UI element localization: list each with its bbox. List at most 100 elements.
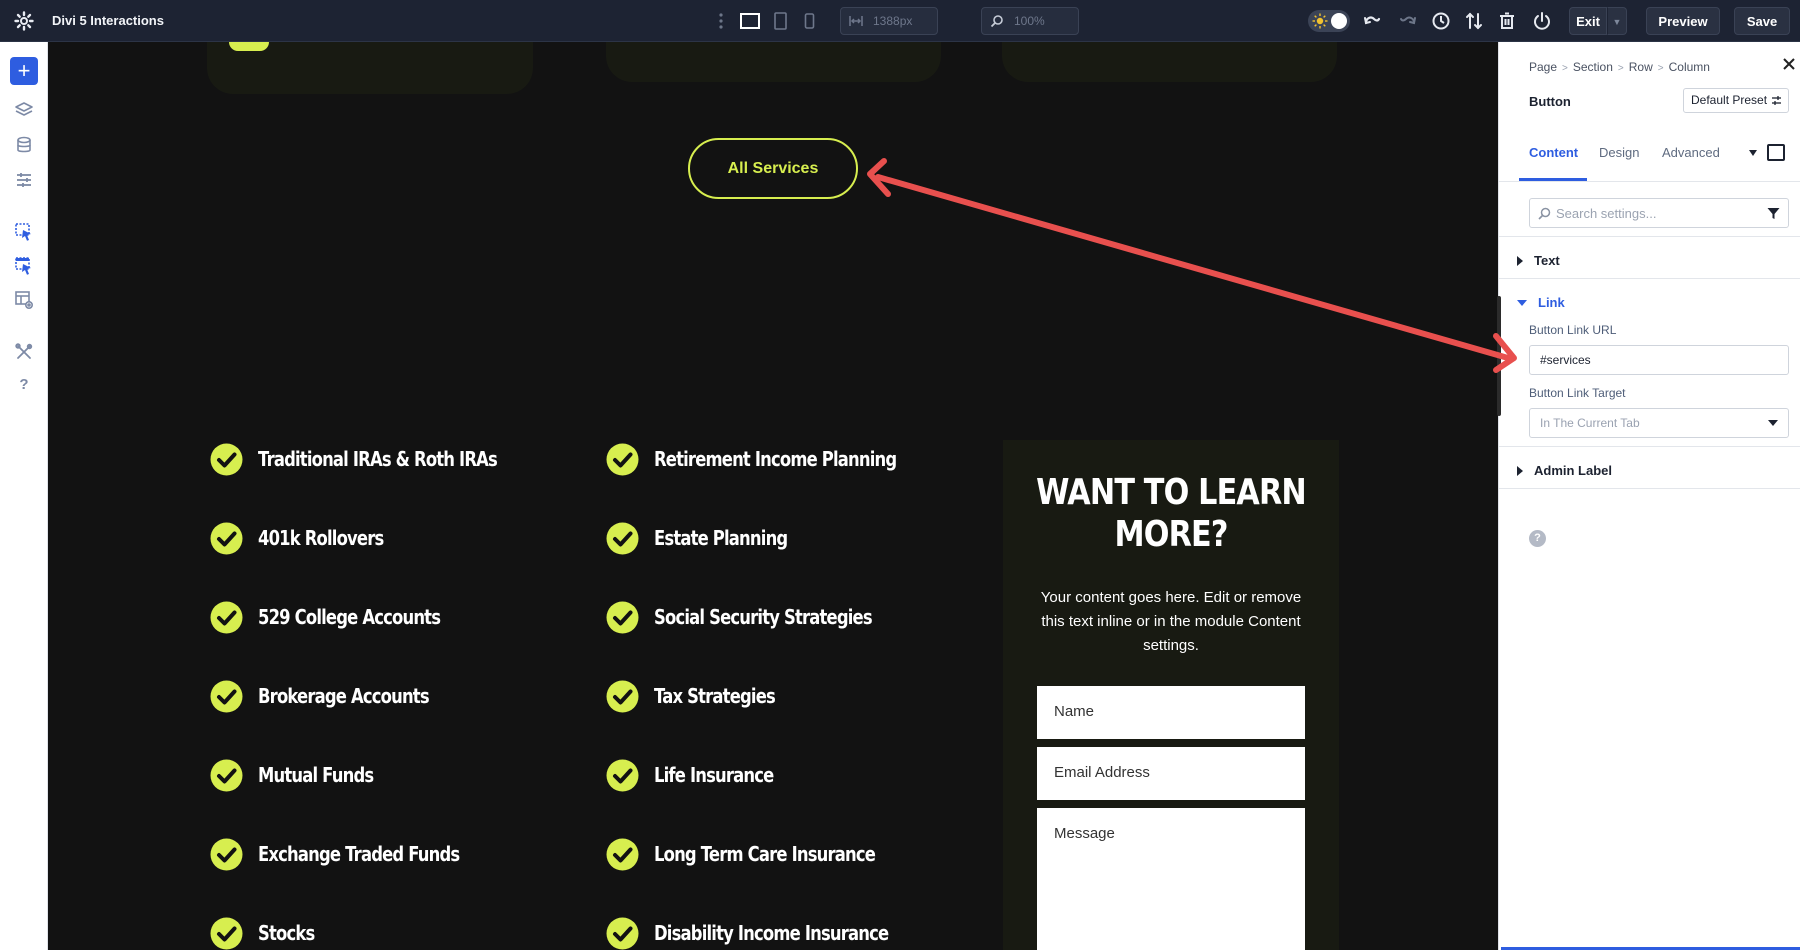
chevron-down-icon bbox=[1768, 420, 1778, 426]
interaction-icon[interactable] bbox=[14, 222, 34, 242]
width-icon bbox=[849, 16, 863, 26]
service-label: 401k Rollovers bbox=[258, 526, 384, 550]
service-label: 529 College Accounts bbox=[258, 605, 441, 629]
check-icon bbox=[606, 838, 639, 871]
service-label: Exchange Traded Funds bbox=[258, 842, 460, 866]
name-field[interactable]: Name bbox=[1037, 686, 1305, 739]
undo-icon[interactable] bbox=[1362, 11, 1382, 31]
top-toolbar: Divi 5 Interactions 1388px 100% Exit ▼ P… bbox=[0, 0, 1800, 42]
save-button[interactable]: Save bbox=[1734, 7, 1790, 35]
help-icon[interactable]: ? bbox=[1529, 530, 1546, 547]
database-icon[interactable] bbox=[14, 135, 34, 155]
canvas-width-value: 1388px bbox=[873, 14, 913, 28]
phone-view-icon[interactable] bbox=[798, 12, 820, 30]
group-text-header[interactable]: Text bbox=[1517, 253, 1560, 268]
group-link-label: Link bbox=[1538, 295, 1565, 310]
add-icon[interactable]: + bbox=[10, 57, 38, 85]
sun-icon bbox=[1312, 13, 1328, 29]
link-url-input[interactable]: #services bbox=[1529, 345, 1789, 375]
group-admin-label-text: Admin Label bbox=[1534, 463, 1613, 478]
check-icon bbox=[210, 838, 243, 871]
filter-icon[interactable] bbox=[1767, 207, 1780, 220]
service-label: Traditional IRAs & Roth IRAs bbox=[258, 447, 498, 471]
breadcrumb-column[interactable]: Column bbox=[1669, 60, 1710, 74]
gear-icon[interactable] bbox=[14, 11, 34, 31]
check-icon bbox=[210, 680, 243, 713]
tab-advanced[interactable]: Advanced bbox=[1662, 145, 1720, 160]
service-label: Disability Income Insurance bbox=[654, 921, 889, 945]
check-icon bbox=[606, 522, 639, 555]
check-icon bbox=[606, 917, 639, 950]
group-admin-label[interactable]: Admin Label bbox=[1499, 446, 1800, 488]
tab-design[interactable]: Design bbox=[1599, 145, 1639, 160]
check-icon bbox=[210, 522, 243, 555]
interaction-alt-icon[interactable] bbox=[14, 256, 34, 276]
layers-icon[interactable] bbox=[14, 100, 34, 120]
chevron-down-icon[interactable] bbox=[1749, 149, 1757, 157]
module-title: Button bbox=[1529, 94, 1571, 109]
toggle-knob bbox=[1331, 13, 1347, 29]
breadcrumb-row[interactable]: Row bbox=[1629, 60, 1653, 74]
app-title: Divi 5 Interactions bbox=[52, 13, 164, 28]
search-input[interactable] bbox=[1556, 204, 1756, 222]
group-text[interactable]: Text bbox=[1499, 236, 1800, 278]
link-target-select[interactable]: In The Current Tab bbox=[1529, 408, 1789, 438]
sliders-icon[interactable] bbox=[14, 170, 34, 190]
exit-button[interactable]: Exit bbox=[1569, 7, 1607, 35]
group-admin-header[interactable]: Admin Label bbox=[1517, 463, 1612, 478]
link-target-label: Button Link Target bbox=[1529, 386, 1626, 400]
message-field[interactable]: Message bbox=[1037, 808, 1305, 950]
settings-search[interactable] bbox=[1529, 198, 1789, 228]
breadcrumb: Page > Section > Row > Column bbox=[1529, 60, 1710, 74]
left-sidebar: + ? bbox=[0, 42, 48, 950]
preset-select[interactable]: Default Preset bbox=[1683, 88, 1789, 113]
exit-dropdown-button[interactable]: ▼ bbox=[1607, 7, 1627, 35]
trash-icon[interactable] bbox=[1497, 11, 1517, 31]
theme-toggle[interactable] bbox=[1308, 10, 1350, 32]
cta-body: Your content goes here. Edit or remove t… bbox=[1040, 589, 1302, 654]
link-url-label: Button Link URL bbox=[1529, 323, 1617, 337]
caret-down-icon bbox=[1517, 300, 1527, 306]
service-label: Life Insurance bbox=[654, 763, 774, 787]
help-icon[interactable]: ? bbox=[14, 376, 34, 396]
service-card bbox=[606, 42, 941, 82]
check-icon bbox=[210, 443, 243, 476]
tab-content[interactable]: Content bbox=[1529, 145, 1578, 160]
email-field[interactable]: Email Address bbox=[1037, 747, 1305, 800]
check-icon bbox=[210, 601, 243, 634]
more-dots-icon[interactable] bbox=[718, 12, 724, 30]
service-label: Retirement Income Planning bbox=[654, 447, 897, 471]
service-label: Mutual Funds bbox=[258, 763, 374, 787]
check-icon bbox=[606, 759, 639, 792]
canvas-width-field[interactable]: 1388px bbox=[840, 7, 938, 35]
preset-label: Default Preset bbox=[1691, 93, 1768, 107]
redo-icon[interactable] bbox=[1398, 11, 1418, 31]
history-icon[interactable] bbox=[1431, 11, 1451, 31]
zoom-field[interactable]: 100% bbox=[981, 7, 1079, 35]
preview-button[interactable]: Preview bbox=[1646, 7, 1720, 35]
group-link-header[interactable]: Link bbox=[1517, 295, 1565, 310]
check-icon bbox=[606, 680, 639, 713]
all-services-button[interactable]: All Services bbox=[688, 138, 858, 199]
desktop-view-icon[interactable] bbox=[739, 12, 761, 30]
close-icon[interactable] bbox=[1781, 56, 1797, 72]
power-icon[interactable] bbox=[1532, 11, 1552, 31]
tablet-view-icon[interactable] bbox=[769, 12, 791, 30]
check-icon bbox=[210, 917, 243, 950]
breadcrumb-section[interactable]: Section bbox=[1573, 60, 1613, 74]
link-target-value: In The Current Tab bbox=[1540, 416, 1640, 430]
expand-panel-icon[interactable] bbox=[1767, 144, 1785, 161]
breadcrumb-page[interactable]: Page bbox=[1529, 60, 1557, 74]
divider bbox=[1499, 488, 1800, 489]
cta-box: WANT TO LEARN MORE? Your content goes he… bbox=[1003, 440, 1339, 950]
sort-icon[interactable] bbox=[1464, 11, 1484, 31]
zoom-icon bbox=[990, 15, 1003, 28]
settings-panel: Page > Section > Row > Column Button Default P… bbox=[1497, 42, 1800, 950]
service-label: Tax Strategies bbox=[654, 684, 776, 708]
layout-preview-icon[interactable] bbox=[14, 290, 34, 310]
service-label: Long Term Care Insurance bbox=[654, 842, 876, 866]
check-icon bbox=[606, 443, 639, 476]
search-icon bbox=[1538, 207, 1551, 220]
settings-tabs: Content Design Advanced bbox=[1499, 134, 1800, 182]
tools-icon[interactable] bbox=[14, 342, 34, 362]
